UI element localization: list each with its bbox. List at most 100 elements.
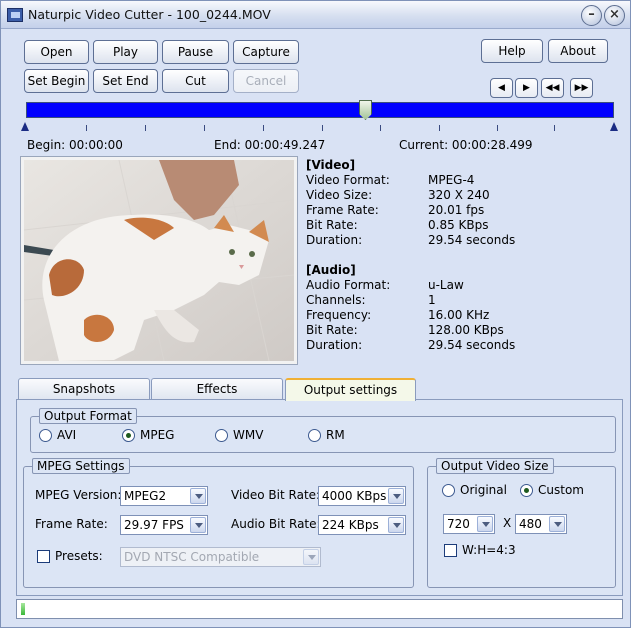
frame-rate-setting-label: Frame Rate: [35, 517, 108, 531]
audio-format-value: u-Law [428, 278, 464, 292]
audio-bitrate-setting-label: Audio Bit Rate: [231, 517, 321, 531]
video-bitrate-select[interactable]: 4000 KBps [318, 486, 406, 506]
begin-marker[interactable] [21, 122, 29, 131]
output-video-size-group: Output Video Size Original Custom 720 X … [427, 458, 616, 588]
aspect-ratio-label[interactable]: W:H=4:3 [462, 543, 516, 557]
avi-radio[interactable] [39, 429, 52, 442]
original-size-radio[interactable] [442, 484, 455, 497]
mpeg-settings-group: MPEG Settings MPEG Version: MPEG2 Video … [23, 458, 414, 588]
rm-radio[interactable] [308, 429, 321, 442]
about-button[interactable]: About [548, 39, 608, 63]
video-duration-value: 29.54 seconds [428, 233, 516, 247]
fast-forward-button[interactable]: ▶▶ [570, 78, 593, 98]
step-back-icon: ◀ [498, 83, 505, 93]
chevron-down-icon[interactable] [388, 488, 404, 504]
video-bitrate-setting-label: Video Bit Rate: [231, 488, 321, 502]
mpeg-radio[interactable] [122, 429, 135, 442]
begin-time: Begin: 00:00:00 [27, 138, 123, 152]
title-bar[interactable]: Naturpic Video Cutter - 100_0244.MOV – × [1, 1, 630, 29]
chevron-down-icon[interactable] [190, 488, 206, 504]
audio-bitrate-setting-value: 224 KBps [322, 518, 379, 532]
output-format-group: Output Format AVI MPEG WMV RM [30, 408, 616, 453]
output-format-title: Output Format [39, 408, 137, 424]
custom-size-label[interactable]: Custom [538, 483, 584, 497]
custom-size-radio[interactable] [520, 484, 533, 497]
width-select[interactable]: 720 [443, 514, 495, 534]
capture-button[interactable]: Capture [233, 40, 299, 64]
mpeg-version-value: MPEG2 [124, 489, 167, 503]
frame-rate-label: Frame Rate: [306, 203, 379, 217]
audio-bitrate-label: Bit Rate: [306, 323, 358, 337]
play-button[interactable]: Play [93, 40, 158, 64]
cancel-button[interactable]: Cancel [233, 69, 299, 93]
timeline-tick [263, 125, 264, 131]
avi-label[interactable]: AVI [57, 428, 76, 442]
video-format-label: Video Format: [306, 173, 390, 187]
video-preview[interactable] [20, 156, 298, 365]
app-icon [7, 8, 23, 22]
height-value: 480 [519, 517, 542, 531]
presets-checkbox[interactable] [37, 550, 50, 563]
step-back-button[interactable]: ◀ [490, 78, 513, 98]
wmv-radio[interactable] [215, 429, 228, 442]
open-button[interactable]: Open [24, 40, 89, 64]
progress-fill [21, 603, 25, 615]
mpeg-version-label: MPEG Version: [35, 488, 122, 502]
presets-value: DVD NTSC Compatible [124, 550, 260, 564]
app-window: Naturpic Video Cutter - 100_0244.MOV – ×… [0, 0, 631, 628]
rewind-icon: ◀◀ [545, 83, 560, 93]
close-icon: × [609, 7, 620, 22]
chevron-down-icon[interactable] [388, 517, 404, 533]
aspect-ratio-checkbox[interactable] [444, 544, 457, 557]
mpeg-label[interactable]: MPEG [140, 428, 174, 442]
video-bitrate-value: 0.85 KBps [428, 218, 489, 232]
audio-bitrate-select[interactable]: 224 KBps [318, 515, 406, 535]
close-button[interactable]: × [604, 5, 625, 26]
tab-effects[interactable]: Effects [151, 378, 283, 400]
video-size-value: 320 X 240 [428, 188, 490, 202]
pause-button[interactable]: Pause [162, 40, 229, 64]
frame-rate-setting-value: 29.97 FPS [124, 518, 184, 532]
minimize-button[interactable]: – [581, 5, 602, 26]
presets-select[interactable]: DVD NTSC Compatible [120, 547, 321, 567]
timeline-tick [145, 125, 146, 131]
current-time: Current: 00:00:28.499 [399, 138, 533, 152]
width-value: 720 [447, 517, 470, 531]
timeline-tick [497, 125, 498, 131]
video-size-label: Video Size: [306, 188, 373, 202]
end-marker[interactable] [610, 122, 618, 131]
chevron-down-icon[interactable] [303, 549, 319, 565]
channels-value: 1 [428, 293, 436, 307]
mpeg-version-select[interactable]: MPEG2 [120, 486, 208, 506]
channels-label: Channels: [306, 293, 366, 307]
tab-output-settings[interactable]: Output settings [285, 378, 416, 401]
step-forward-button[interactable]: ▶ [515, 78, 538, 98]
cut-button[interactable]: Cut [162, 69, 229, 93]
chevron-down-icon[interactable] [477, 516, 493, 532]
video-format-value: MPEG-4 [428, 173, 475, 187]
set-end-button[interactable]: Set End [93, 69, 158, 93]
frame-rate-select[interactable]: 29.97 FPS [120, 515, 208, 535]
audio-info-header: [Audio] [306, 263, 356, 277]
tab-snapshots[interactable]: Snapshots [18, 378, 150, 400]
video-bitrate-setting-value: 4000 KBps [322, 489, 387, 503]
presets-label[interactable]: Presets: [55, 549, 103, 563]
rm-label[interactable]: RM [326, 428, 345, 442]
chevron-down-icon[interactable] [549, 516, 565, 532]
fast-forward-icon: ▶▶ [574, 83, 589, 93]
wmv-label[interactable]: WMV [233, 428, 263, 442]
set-begin-button[interactable]: Set Begin [24, 69, 89, 93]
timeline-track[interactable] [26, 102, 614, 118]
height-select[interactable]: 480 [515, 514, 567, 534]
frame-rate-value: 20.01 fps [428, 203, 485, 217]
audio-duration-value: 29.54 seconds [428, 338, 516, 352]
video-bitrate-label: Bit Rate: [306, 218, 358, 232]
help-button[interactable]: Help [481, 39, 543, 63]
timeline-tick [204, 125, 205, 131]
timeline-tick [86, 125, 87, 131]
chevron-down-icon[interactable] [190, 517, 206, 533]
rewind-button[interactable]: ◀◀ [541, 78, 564, 98]
original-size-label[interactable]: Original [460, 483, 507, 497]
video-info-header: [Video] [306, 158, 356, 172]
times-sign: X [503, 516, 512, 530]
